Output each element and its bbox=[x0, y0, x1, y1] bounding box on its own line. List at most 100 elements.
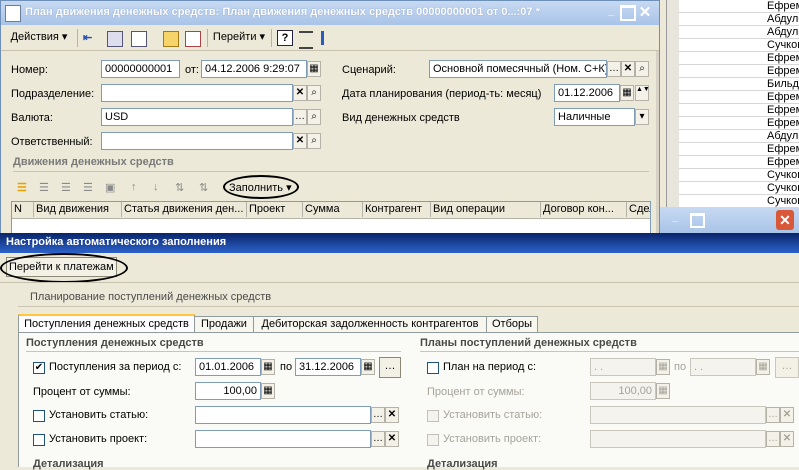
cash-type-field[interactable]: Наличные bbox=[554, 108, 635, 126]
plan-period-checkbox[interactable] bbox=[427, 362, 439, 374]
scenario-field[interactable]: Основной помесячный (Ном. С+К) bbox=[429, 60, 607, 78]
tab-filters[interactable]: Отборы bbox=[486, 316, 538, 332]
date-field[interactable]: 04.12.2006 9:29:07 bbox=[201, 60, 307, 78]
responsible-field[interactable] bbox=[101, 132, 293, 150]
plan-set-project-checkbox[interactable] bbox=[427, 434, 439, 446]
clear-icon[interactable]: ✕ bbox=[780, 407, 794, 423]
clear-icon[interactable]: ✕ bbox=[293, 133, 307, 149]
maximize-button[interactable] bbox=[620, 5, 636, 21]
clear-icon[interactable]: ✕ bbox=[293, 85, 307, 101]
search-icon[interactable]: ⌕ bbox=[635, 61, 649, 77]
calendar-icon[interactable]: ▦ bbox=[361, 359, 375, 375]
list-row[interactable]: Ефремов А bbox=[679, 65, 799, 78]
window-scrollbar[interactable] bbox=[656, 51, 659, 235]
period-from-field[interactable]: 01.01.2006 bbox=[195, 358, 261, 376]
column-header[interactable]: N bbox=[12, 202, 34, 217]
refresh-icon[interactable] bbox=[107, 31, 123, 47]
project-field[interactable] bbox=[195, 430, 371, 448]
report-icon[interactable] bbox=[185, 31, 201, 47]
list-icon[interactable] bbox=[321, 31, 338, 45]
list-row[interactable]: Сучкова На bbox=[679, 169, 799, 182]
search-icon[interactable]: ⌕ bbox=[307, 85, 321, 101]
period-select-button[interactable]: … bbox=[379, 357, 401, 378]
list-row[interactable]: Ефремов А bbox=[679, 143, 799, 156]
plan-to-field[interactable]: . . bbox=[690, 358, 756, 376]
list-row[interactable]: Абдулов Юр bbox=[679, 130, 799, 143]
column-header[interactable]: Статья движения ден... bbox=[122, 202, 247, 217]
period-to-field[interactable]: 31.12.2006 bbox=[295, 358, 361, 376]
calculator-icon[interactable]: ▦ bbox=[656, 383, 670, 399]
list-row[interactable]: Ефремов А bbox=[679, 91, 799, 104]
number-field[interactable]: 00000000001 bbox=[101, 60, 180, 78]
help-icon[interactable]: ? bbox=[277, 30, 293, 46]
list-row[interactable]: Абдулов Юр bbox=[679, 26, 799, 39]
maximize-button[interactable] bbox=[690, 213, 705, 228]
calendar-icon[interactable]: ▦ bbox=[756, 359, 770, 375]
list-row[interactable]: Бильданов bbox=[679, 78, 799, 91]
select-button[interactable]: … bbox=[766, 407, 780, 423]
select-button[interactable]: … bbox=[371, 407, 385, 423]
division-field[interactable] bbox=[101, 84, 293, 102]
edit-row-icon[interactable]: ☰ bbox=[61, 181, 75, 195]
add-row-icon[interactable]: ☰ bbox=[17, 181, 31, 195]
period-checkbox[interactable]: ✔ bbox=[33, 362, 45, 374]
close-button[interactable]: ✕ bbox=[776, 210, 794, 230]
plan-article-field[interactable] bbox=[590, 406, 766, 424]
plan-select-button[interactable]: … bbox=[775, 357, 799, 378]
clear-icon[interactable]: ✕ bbox=[621, 61, 635, 77]
arrow-icon[interactable]: ⇤ bbox=[83, 31, 97, 45]
column-header[interactable]: Контрагент bbox=[363, 202, 431, 217]
actions-menu[interactable]: Действия ▾ bbox=[5, 28, 73, 46]
tab-receipts[interactable]: Поступления денежных средств bbox=[18, 314, 195, 334]
copy-row-icon[interactable]: ☰ bbox=[39, 181, 53, 195]
minimize-button[interactable]: _ bbox=[604, 5, 618, 19]
structure-icon[interactable] bbox=[299, 31, 313, 49]
list-row[interactable]: Ефремов А bbox=[679, 0, 799, 13]
delete-row-icon[interactable]: ☰ bbox=[83, 181, 97, 195]
currency-field[interactable]: USD bbox=[101, 108, 293, 126]
column-header[interactable]: Проект bbox=[247, 202, 303, 217]
dropdown-button[interactable]: ▾ bbox=[635, 109, 649, 125]
end-edit-icon[interactable]: ▣ bbox=[105, 181, 119, 195]
copy-icon[interactable] bbox=[131, 31, 147, 47]
search-icon[interactable]: ⌕ bbox=[307, 109, 321, 125]
article-field[interactable] bbox=[195, 406, 371, 424]
set-project-checkbox[interactable] bbox=[33, 434, 45, 446]
calendar-icon[interactable]: ▦ bbox=[307, 61, 321, 77]
tab-receivables[interactable]: Дебиторская задолженность контрагентов bbox=[253, 316, 487, 332]
list-row[interactable]: Ефремов А bbox=[679, 52, 799, 65]
plan-date-field[interactable]: 01.12.2006 bbox=[554, 84, 620, 102]
plan-percent-field[interactable]: 100,00 bbox=[590, 382, 656, 400]
list-row[interactable]: Ефремов А bbox=[679, 104, 799, 117]
calendar-icon[interactable]: ▦ bbox=[656, 359, 670, 375]
calculator-icon[interactable]: ▦ bbox=[261, 383, 275, 399]
sort-desc-icon[interactable]: ⇅ bbox=[199, 181, 213, 195]
list-row[interactable]: Ефремов А bbox=[679, 156, 799, 169]
percent-field[interactable]: 100,00 bbox=[195, 382, 261, 400]
column-header[interactable]: Вид движения bbox=[34, 202, 122, 217]
select-button[interactable]: … bbox=[766, 431, 780, 447]
search-icon[interactable]: ⌕ bbox=[307, 133, 321, 149]
close-button[interactable]: ✕ bbox=[637, 3, 653, 21]
sort-asc-icon[interactable]: ⇅ bbox=[175, 181, 189, 195]
column-header[interactable]: Вид операции bbox=[431, 202, 541, 217]
plan-set-article-checkbox[interactable] bbox=[427, 410, 439, 422]
move-down-icon[interactable]: ↓ bbox=[153, 181, 167, 195]
print-icon[interactable] bbox=[163, 31, 179, 47]
list-row[interactable]: Ефремов А bbox=[679, 117, 799, 130]
list-row[interactable]: Абдулов Юр bbox=[679, 13, 799, 26]
plan-from-field[interactable]: . . bbox=[590, 358, 656, 376]
column-header[interactable]: Сдел bbox=[627, 202, 650, 217]
minimize-button[interactable]: _ bbox=[672, 211, 686, 225]
clear-icon[interactable]: ✕ bbox=[385, 431, 399, 447]
list-row[interactable]: Сучкова На bbox=[679, 182, 799, 195]
list-row[interactable]: Сучкова На bbox=[679, 39, 799, 52]
column-header[interactable]: Сумма bbox=[303, 202, 363, 217]
tab-sales[interactable]: Продажи bbox=[194, 316, 254, 332]
select-button[interactable]: … bbox=[607, 61, 621, 77]
select-button[interactable]: … bbox=[293, 109, 307, 125]
select-button[interactable]: … bbox=[371, 431, 385, 447]
calendar-icon[interactable]: ▦ bbox=[261, 359, 275, 375]
goto-menu[interactable]: Перейти ▾ bbox=[209, 28, 269, 46]
column-header[interactable]: Договор кон... bbox=[541, 202, 627, 217]
